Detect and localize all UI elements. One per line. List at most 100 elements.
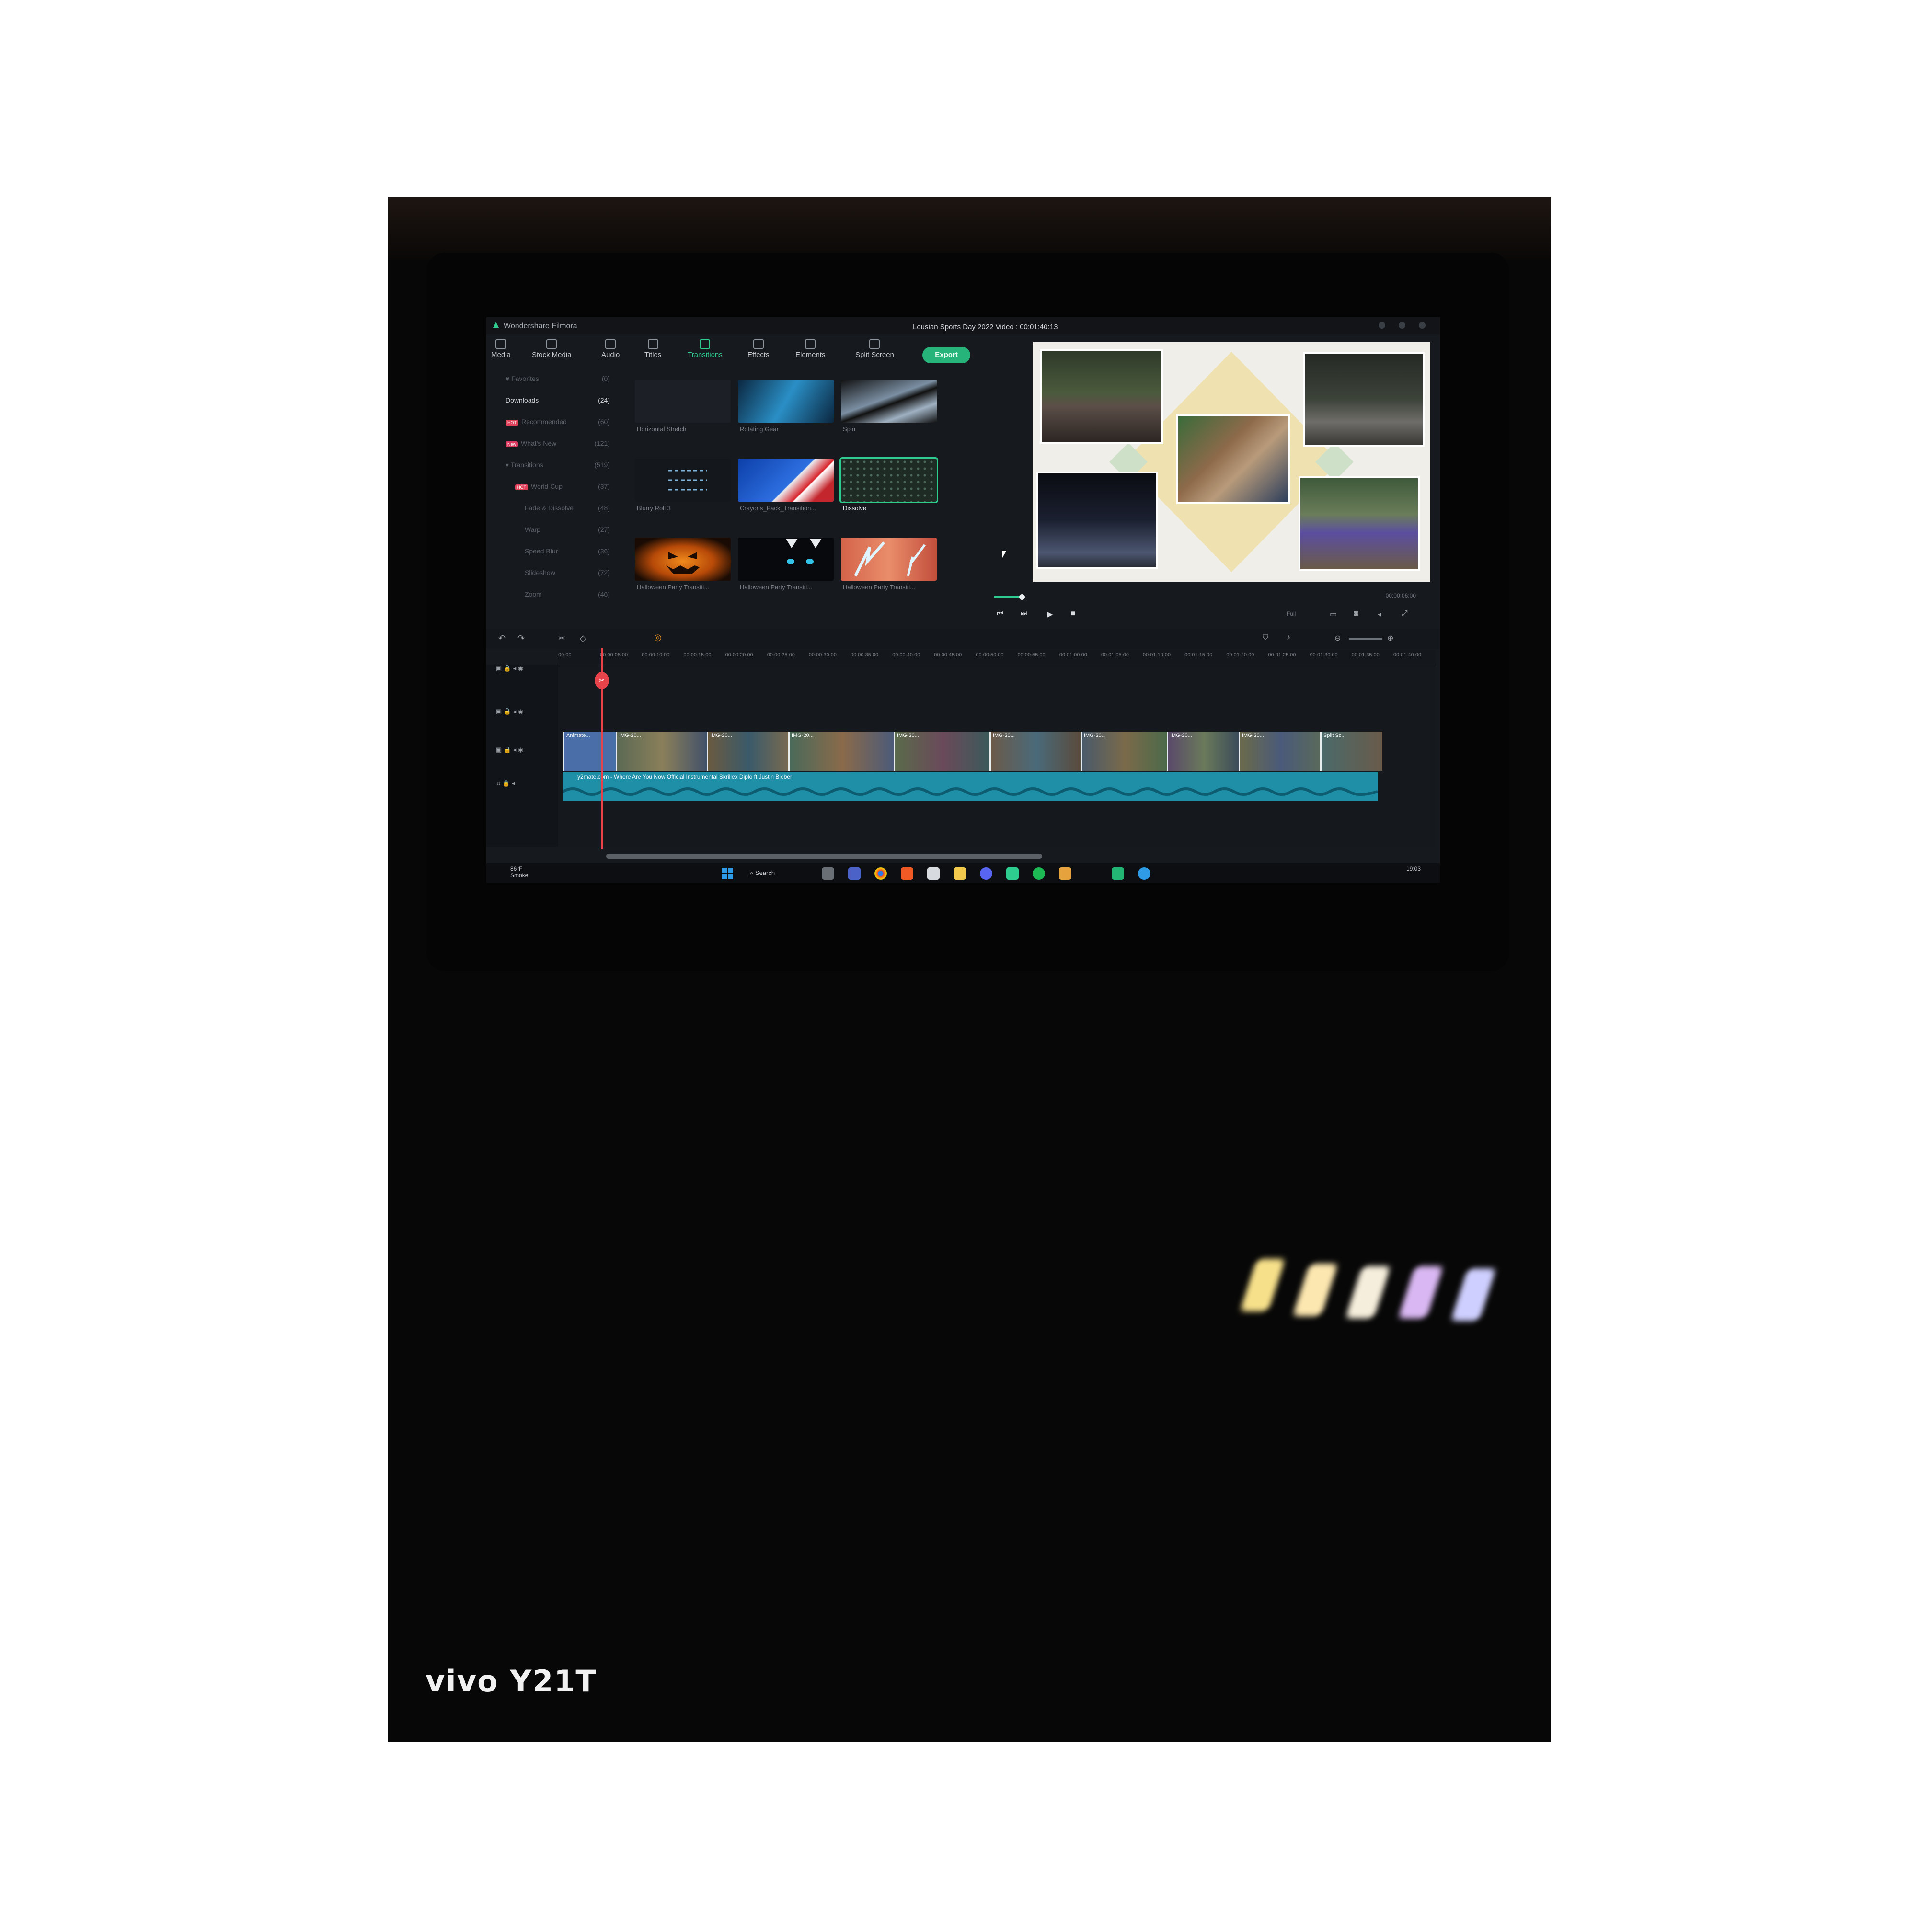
stop-icon[interactable]: ■ [1071,610,1076,618]
tab-elements[interactable]: Elements [795,339,826,359]
monitor-icon[interactable]: ▭ [1330,610,1337,619]
close-icon[interactable] [1419,322,1426,329]
preview-player[interactable] [1033,342,1430,582]
sparkle-icon [753,339,764,349]
task-view-icon[interactable] [822,867,834,880]
category-favorites[interactable]: ♥ Favorites (0) [506,375,621,385]
transition-tile[interactable]: Spin [841,380,937,437]
tab-split-screen[interactable]: Split Screen [855,339,894,359]
ruler-tick-label: 00:00 [558,652,572,658]
timeline-clip[interactable]: IMG-20... [1239,732,1322,771]
chrome-icon[interactable] [874,867,887,880]
category-zoom[interactable]: Zoom (46) [525,590,621,601]
category-label: Favorites [511,375,539,382]
maximize-icon[interactable] [1399,322,1405,329]
weather-widget[interactable]: 86°F Smoke [510,865,528,879]
tab-stock-media[interactable]: Stock Media [532,339,572,359]
tab-audio[interactable]: Audio [601,339,620,359]
transition-tile-selected[interactable]: Dissolve [840,457,938,516]
category-count: (48) [598,504,610,512]
category-fade-dissolve[interactable]: Fade & Dissolve (48) [525,504,621,515]
timeline-clip[interactable]: IMG-20... [616,732,708,771]
weather-desc: Smoke [510,872,529,879]
undo-icon[interactable]: ↶ [498,633,506,644]
transition-tile[interactable]: Rotating Gear [738,380,834,437]
filmora-taskbar-icon[interactable] [1006,867,1019,880]
transition-tile[interactable]: Halloween Party Transiti... [841,538,937,595]
timeline-clip[interactable]: IMG-20... [894,732,991,771]
ai-tools-icon[interactable]: ◎ [654,632,662,643]
whatsapp-icon[interactable] [1112,867,1124,880]
app-name: Wondershare Filmora [504,322,577,330]
category-transitions[interactable]: ▾ Transitions (519) [506,461,621,472]
category-world-cup[interactable]: HOT World Cup (37) [515,483,621,493]
category-downloads[interactable]: Downloads (24) [506,396,621,407]
timeline-clip[interactable]: Animate... [563,732,617,771]
redo-icon[interactable]: ↷ [518,633,525,644]
transition-tile[interactable]: Blurry Roll 3 [635,459,731,516]
minimize-icon[interactable] [1379,322,1385,329]
playback-progress[interactable] [994,596,1021,598]
play-icon[interactable]: ▶ [1047,610,1053,619]
category-slideshow[interactable]: Slideshow (72) [525,569,621,579]
quality-select[interactable]: Full [1287,610,1296,617]
previous-frame-icon[interactable]: ⏮ [997,610,1003,618]
transition-tile[interactable]: Crayons_Pack_Transition... [738,459,834,516]
file-explorer-icon[interactable] [954,867,966,880]
timeline-scrollbar[interactable] [606,854,1042,859]
timeline-clip[interactable]: IMG-20... [707,732,790,771]
store-icon[interactable] [927,867,940,880]
edge-icon[interactable] [1138,867,1150,880]
microphone-icon[interactable]: ♪ [1287,633,1290,642]
category-label: Downloads [506,396,539,404]
app-icon[interactable] [1059,867,1071,880]
playhead-scissors-icon[interactable]: ✂ [595,672,609,689]
export-button[interactable]: Export [922,347,970,363]
heart-icon: ♥ [506,375,512,382]
category-speed-blur[interactable]: Speed Blur (36) [525,547,621,558]
fullscreen-icon[interactable]: ⤢ [1402,610,1408,618]
transition-grid: Horizontal Stretch Rotating Gear Spin Bl… [635,380,938,610]
discord-icon[interactable] [980,867,992,880]
tag-icon[interactable]: ◇ [580,633,586,644]
category-warp[interactable]: Warp (27) [525,526,621,536]
zoom-out-icon[interactable]: ⊖ [1334,633,1341,643]
photo-frame: Wondershare Filmora Lousian Sports Day 2… [388,197,1551,1742]
media-icon [495,339,506,349]
clip-label: IMG-20... [1170,733,1192,738]
category-recommended[interactable]: HOT Recommended (60) [506,418,621,428]
tab-titles[interactable]: Titles [644,339,661,359]
tab-label: Effects [748,351,770,359]
next-frame-icon[interactable]: ⏭ [1021,610,1027,618]
timeline-clip[interactable]: IMG-20... [788,732,895,771]
playback-scrubber[interactable] [1019,594,1025,600]
taskbar-search[interactable]: ⌕ Search [750,867,798,879]
transition-tile[interactable]: Halloween Party Transiti... [635,538,731,595]
tab-media[interactable]: Media [491,339,511,359]
timeline-ruler[interactable]: 00:00 00:00:05:00 00:00:10:00 00:00:15:00 00… [558,650,1435,664]
timeline-clip[interactable]: IMG-20... [989,732,1082,771]
timeline-clip[interactable]: IMG-20... [1081,732,1168,771]
snapshot-icon[interactable]: ◙ [1354,610,1358,618]
audio-track[interactable]: y2mate.com - Where Are You Now Official … [563,772,1378,801]
spotify-icon[interactable] [1033,867,1045,880]
cut-icon[interactable]: ✂ [558,633,565,644]
timeline-clip[interactable]: IMG-20... [1167,732,1240,771]
chat-icon[interactable] [848,867,861,880]
zoom-slider[interactable] [1349,638,1382,640]
category-whats-new[interactable]: New What's New (121) [506,439,621,450]
tab-effects[interactable]: Effects [748,339,770,359]
windows-start-icon[interactable] [721,867,734,880]
tab-transitions[interactable]: Transitions [688,339,723,359]
camera-watermark: vivo Y21T [426,1664,597,1699]
transition-tile[interactable]: Horizontal Stretch [635,380,731,437]
transition-tile[interactable]: Halloween Party Transiti... [738,538,834,595]
shield-icon[interactable]: ⛉ [1263,633,1268,642]
timeline-clip[interactable]: Split Sc... [1320,732,1382,771]
volume-icon[interactable]: ◂ [1378,610,1381,619]
transition-thumbnail [635,538,731,581]
video-track[interactable]: Animate... IMG-20... IMG-20... IMG-20...… [563,732,1382,771]
zoom-in-icon[interactable]: ⊕ [1387,633,1393,643]
brave-icon[interactable] [901,867,913,880]
track-header-audio: ♫ 🔒 ◂ [496,780,515,787]
